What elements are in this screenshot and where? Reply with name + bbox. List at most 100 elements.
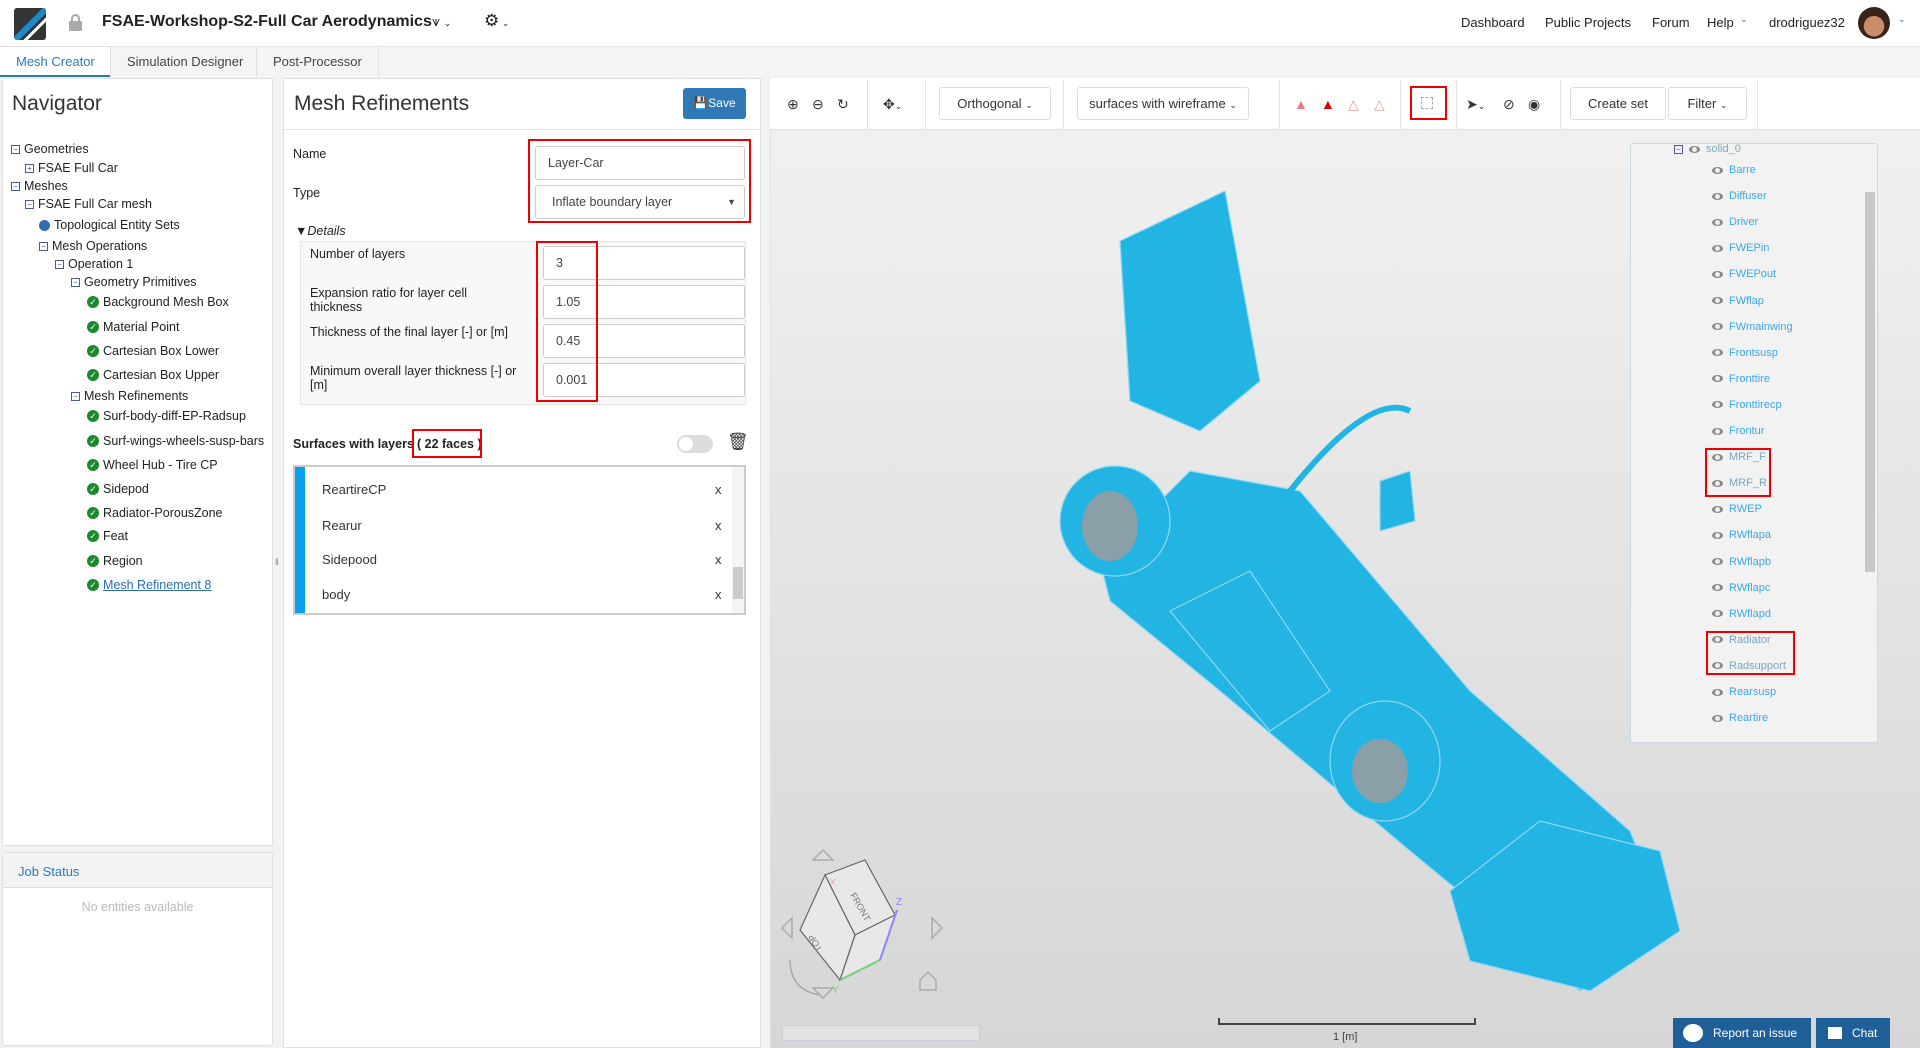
- details-toggle[interactable]: ▼Details: [295, 224, 346, 238]
- check-circle-icon[interactable]: ✓: [87, 345, 99, 357]
- share-icon[interactable]: ⩛ ⌄: [432, 13, 451, 30]
- trash-icon[interactable]: 🗑: [727, 432, 749, 452]
- collapse-icon[interactable]: −: [25, 199, 34, 209]
- check-circle-icon[interactable]: ✓: [87, 296, 99, 308]
- chat-button[interactable]: Chat: [1816, 1018, 1890, 1048]
- check-circle-icon[interactable]: ✓: [87, 321, 99, 333]
- face-item[interactable]: Radiator: [1712, 634, 1771, 646]
- save-button[interactable]: 💾Save: [683, 88, 746, 119]
- remove-surface-button[interactable]: x: [715, 482, 722, 497]
- eye-icon[interactable]: [1712, 688, 1723, 696]
- username[interactable]: drodriguez32: [1769, 15, 1845, 30]
- face-item[interactable]: RWflapb: [1712, 556, 1771, 568]
- tree-item[interactable]: ✓ Region: [87, 554, 143, 568]
- remove-surface-button[interactable]: x: [715, 518, 722, 533]
- solid-node[interactable]: − solid_0: [1674, 143, 1741, 155]
- check-circle-icon[interactable]: ✓: [87, 369, 99, 381]
- refresh-icon[interactable]: ↻: [837, 96, 849, 113]
- eye-icon[interactable]: [1689, 145, 1700, 153]
- command-input[interactable]: [782, 1025, 980, 1041]
- cone-solid-icon[interactable]: ▲: [1294, 96, 1308, 112]
- face-item[interactable]: RWEP: [1712, 503, 1762, 515]
- check-circle-icon[interactable]: ✓: [87, 483, 99, 495]
- orientation-cube[interactable]: FRONT TOP Y Z X: [780, 840, 950, 1010]
- collapse-icon[interactable]: −: [11, 144, 20, 154]
- face-item[interactable]: Rearsusp: [1712, 686, 1776, 698]
- eye-icon[interactable]: [1712, 427, 1723, 435]
- face-item[interactable]: Radsupport: [1712, 660, 1786, 672]
- final-layer-thickness-input[interactable]: 0.45: [543, 324, 745, 358]
- check-circle-icon[interactable]: ✓: [87, 579, 99, 591]
- box-select-icon[interactable]: [1421, 97, 1433, 109]
- face-item[interactable]: FWEPout: [1712, 268, 1776, 280]
- face-item[interactable]: Frontur: [1712, 425, 1764, 437]
- tree-item[interactable]: ✓ Surf-wings-wheels-susp-bars: [87, 434, 264, 448]
- face-item[interactable]: Barre: [1712, 164, 1756, 176]
- eye-icon[interactable]: [1712, 662, 1723, 670]
- remove-surface-button[interactable]: x: [715, 587, 722, 602]
- tree-item[interactable]: ✓ Material Point: [87, 320, 179, 334]
- eye-icon[interactable]: [1712, 323, 1723, 331]
- remove-surface-button[interactable]: x: [715, 552, 722, 567]
- tree-item[interactable]: − Mesh Refinements: [71, 389, 188, 403]
- tree-item[interactable]: ✓ Mesh Refinement 8: [87, 578, 211, 592]
- surface-item[interactable]: body: [322, 587, 350, 602]
- face-item[interactable]: RWflapd: [1712, 608, 1771, 620]
- simscale-logo[interactable]: [14, 8, 46, 40]
- face-item[interactable]: Frontsusp: [1712, 347, 1778, 359]
- tree-item[interactable]: ✓ Sidepod: [87, 482, 149, 496]
- collapse-icon[interactable]: −: [11, 181, 20, 191]
- surface-item[interactable]: Rearur: [322, 518, 362, 533]
- job-status-title[interactable]: Job Status: [3, 853, 272, 888]
- expand-icon[interactable]: +: [25, 163, 34, 173]
- eye-icon[interactable]: [1712, 636, 1723, 644]
- check-circle-icon[interactable]: ✓: [87, 459, 99, 471]
- check-circle-icon[interactable]: ✓: [87, 507, 99, 519]
- eye-icon[interactable]: [1712, 218, 1723, 226]
- gear-icon[interactable]: ⚙ ⌄: [484, 11, 509, 31]
- filter-dropdown[interactable]: Filter ⌄: [1668, 87, 1747, 120]
- check-circle-icon[interactable]: ✓: [87, 435, 99, 447]
- collapse-icon[interactable]: −: [71, 277, 80, 287]
- eye-icon[interactable]: [1712, 270, 1723, 278]
- tree-item[interactable]: ✓ Cartesian Box Lower: [87, 344, 219, 358]
- eye-icon[interactable]: [1712, 453, 1723, 461]
- tree-item[interactable]: + FSAE Full Car: [25, 161, 118, 175]
- tree-item[interactable]: ✓ Feat: [87, 529, 128, 543]
- cone-edges-icon[interactable]: ▲: [1321, 96, 1335, 112]
- tab-mesh-creator[interactable]: Mesh Creator: [0, 47, 111, 77]
- name-input[interactable]: Layer-Car: [535, 146, 745, 180]
- tab-simulation-designer[interactable]: Simulation Designer: [110, 47, 259, 77]
- eye-icon[interactable]: [1712, 479, 1723, 487]
- collapse-icon[interactable]: −: [1674, 144, 1683, 154]
- eye-icon[interactable]: [1712, 375, 1723, 383]
- eye-icon[interactable]: [1712, 584, 1723, 592]
- face-item[interactable]: Fronttire: [1712, 373, 1770, 385]
- face-item[interactable]: Fronttirecp: [1712, 399, 1782, 411]
- check-circle-icon[interactable]: ✓: [87, 410, 99, 422]
- chevron-down-icon[interactable]: ⌄: [1898, 14, 1906, 25]
- type-select[interactable]: Inflate boundary layer ▼: [535, 185, 745, 219]
- cursor-select-icon[interactable]: ➤⌄: [1466, 96, 1485, 113]
- tree-item[interactable]: − Meshes: [11, 179, 68, 193]
- face-item[interactable]: RWflapc: [1712, 582, 1770, 594]
- eye-icon[interactable]: [1712, 505, 1723, 513]
- face-item[interactable]: Reartire: [1712, 712, 1768, 724]
- tree-item[interactable]: ✓ Cartesian Box Upper: [87, 368, 219, 382]
- render-mode-dropdown[interactable]: surfaces with wireframe ⌄: [1077, 87, 1249, 120]
- face-item[interactable]: MRF_F: [1712, 451, 1766, 463]
- check-circle-icon[interactable]: ✓: [87, 555, 99, 567]
- cone-wire-icon[interactable]: △: [1348, 96, 1359, 113]
- scrollbar[interactable]: [1865, 192, 1875, 572]
- eye-icon[interactable]: [1712, 531, 1723, 539]
- toggle-switch[interactable]: [677, 435, 713, 453]
- eye-icon[interactable]: [1712, 714, 1723, 722]
- eye-icon[interactable]: [1712, 297, 1723, 304]
- cone-points-icon[interactable]: △: [1374, 96, 1385, 113]
- eye-icon[interactable]: [1712, 166, 1723, 174]
- surface-item[interactable]: Sidepood: [322, 552, 377, 567]
- nav-forum[interactable]: Forum: [1652, 15, 1690, 30]
- tree-item[interactable]: ✓ Radiator-PorousZone: [87, 506, 223, 520]
- dot-icon[interactable]: [39, 219, 50, 231]
- expansion-ratio-input[interactable]: 1.05: [543, 285, 745, 319]
